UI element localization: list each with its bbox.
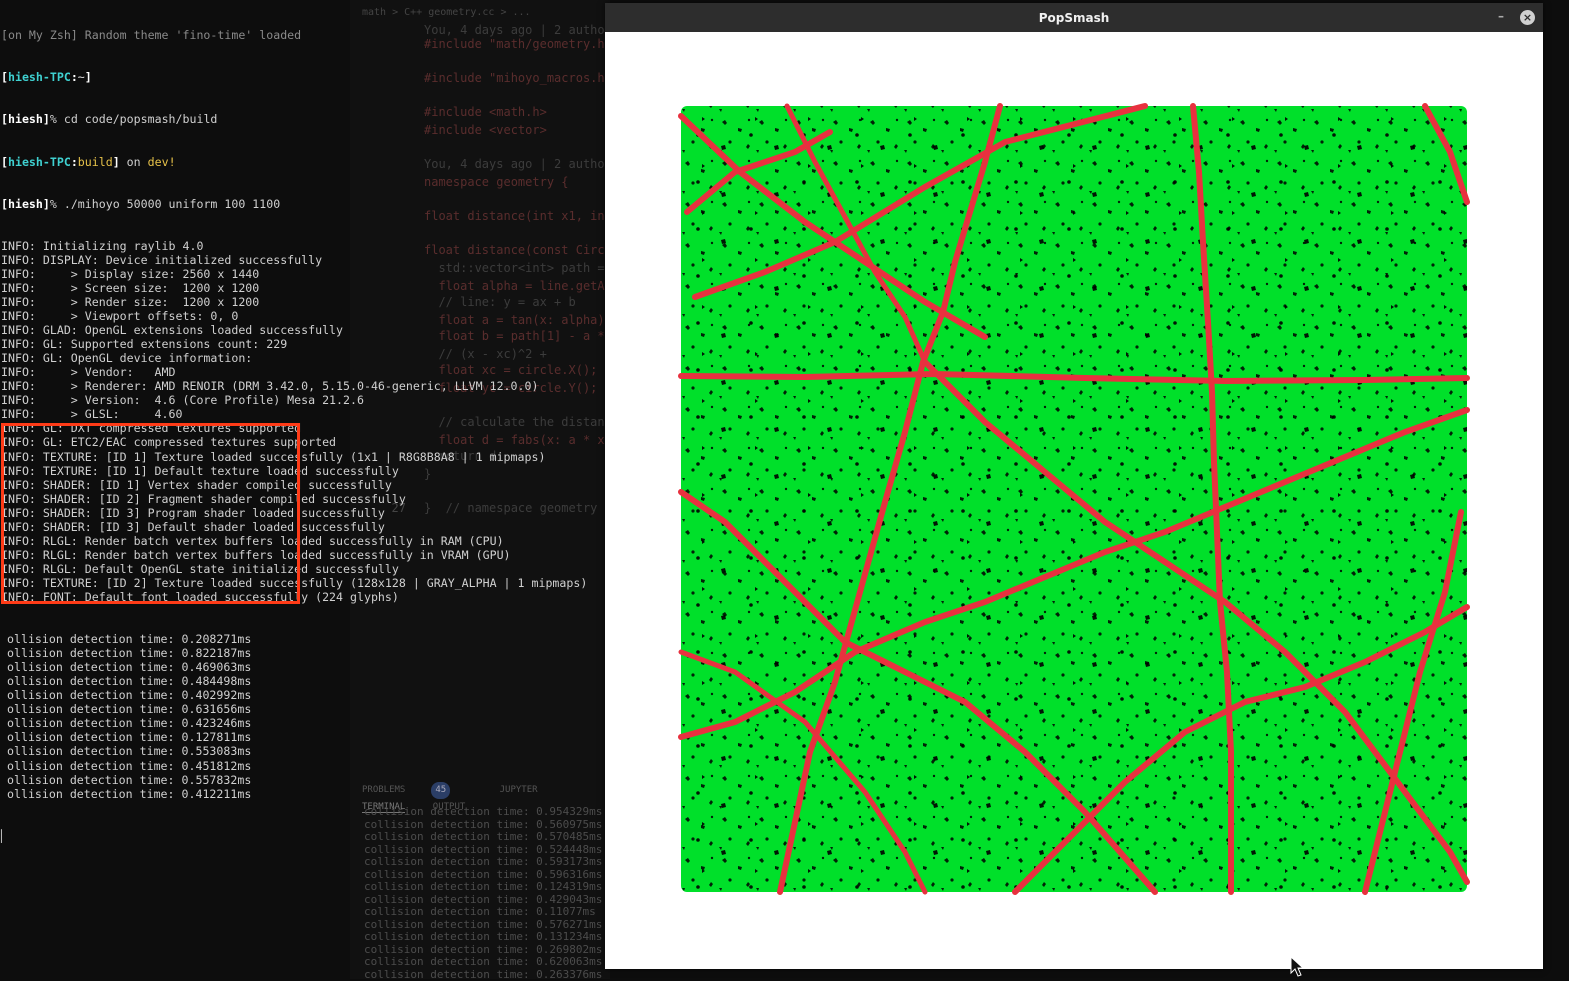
- window-title: PopSmash: [605, 11, 1543, 25]
- terminal-collision-line: ollision detection time: 0.208271ms: [0, 632, 605, 646]
- terminal-info-line: INFO: > Renderer: AMD RENOIR (DRM 3.42.0…: [0, 379, 605, 393]
- terminal-collision-line: ollision detection time: 0.484498ms: [0, 674, 605, 688]
- window-titlebar[interactable]: PopSmash – ×: [605, 3, 1543, 32]
- close-button[interactable]: ×: [1520, 10, 1535, 25]
- terminal-collision-line: ollision detection time: 0.553083ms: [0, 744, 605, 758]
- terminal-collision-line: ollision detection time: 0.631656ms: [0, 702, 605, 716]
- terminal-info-line: INFO: > Vendor: AMD: [0, 365, 605, 379]
- terminal-collision-log: ollision detection time: 0.208271msollis…: [0, 632, 605, 801]
- popsmash-window[interactable]: PopSmash – ×: [605, 3, 1543, 969]
- terminal-info-line: INFO: GLAD: OpenGL extensions loaded suc…: [0, 323, 605, 337]
- minimize-button[interactable]: –: [1493, 9, 1509, 25]
- terminal-info-line: INFO: > Version: 4.6 (Core Profile) Mesa…: [0, 393, 605, 407]
- simulation-canvas[interactable]: [605, 32, 1543, 969]
- mouse-pointer-icon: [1290, 956, 1306, 978]
- terminal-info-line: INFO: GL: Supported extensions count: 22…: [0, 337, 605, 351]
- terminal-collision-line: ollision detection time: 0.469063ms: [0, 660, 605, 674]
- terminal-collision-line: ollision detection time: 0.402992ms: [0, 688, 605, 702]
- terminal-top-line: [on My Zsh] Random theme 'fino-time' loa…: [0, 28, 605, 42]
- terminal-info-line: INFO: DISPLAY: Device initialized succes…: [0, 253, 605, 267]
- terminal-collision-line: ollision detection time: 0.127811ms: [0, 730, 605, 744]
- terminal-info-line: INFO: > Screen size: 1200 x 1200: [0, 281, 605, 295]
- terminal-info-line: INFO: > Display size: 2560 x 1440: [0, 267, 605, 281]
- terminal-command: [hiesh]% ./mihoyo 50000 uniform 100 1100: [0, 197, 605, 211]
- terminal-info-line: INFO: > Viewport offsets: 0, 0: [0, 309, 605, 323]
- particle-simulation: [605, 32, 1543, 969]
- terminal-info-line: INFO: > Render size: 1200 x 1200: [0, 295, 605, 309]
- terminal-info-line: INFO: > GLSL: 4.60: [0, 407, 605, 421]
- terminal-prompt: [hiesh-TPC:build] on dev!: [0, 155, 605, 169]
- terminal-prompt: [hiesh-TPC:~]: [0, 70, 605, 84]
- terminal-collision-line: ollision detection time: 0.423246ms: [0, 716, 605, 730]
- terminal-cursor: ▏: [0, 829, 605, 843]
- terminal-collision-line: ollision detection time: 0.822187ms: [0, 646, 605, 660]
- terminal-command: [hiesh]% cd code/popsmash/build: [0, 112, 605, 126]
- terminal-collision-line: ollision detection time: 0.557832ms: [0, 773, 605, 787]
- terminal-info-line: INFO: GL: OpenGL device information:: [0, 351, 605, 365]
- terminal-collision-line: ollision detection time: 0.451812ms: [0, 759, 605, 773]
- terminal-collision-line: ollision detection time: 0.412211ms: [0, 787, 605, 801]
- collision-log-highlight-box: [1, 423, 300, 604]
- terminal-info-line: INFO: Initializing raylib 4.0: [0, 239, 605, 253]
